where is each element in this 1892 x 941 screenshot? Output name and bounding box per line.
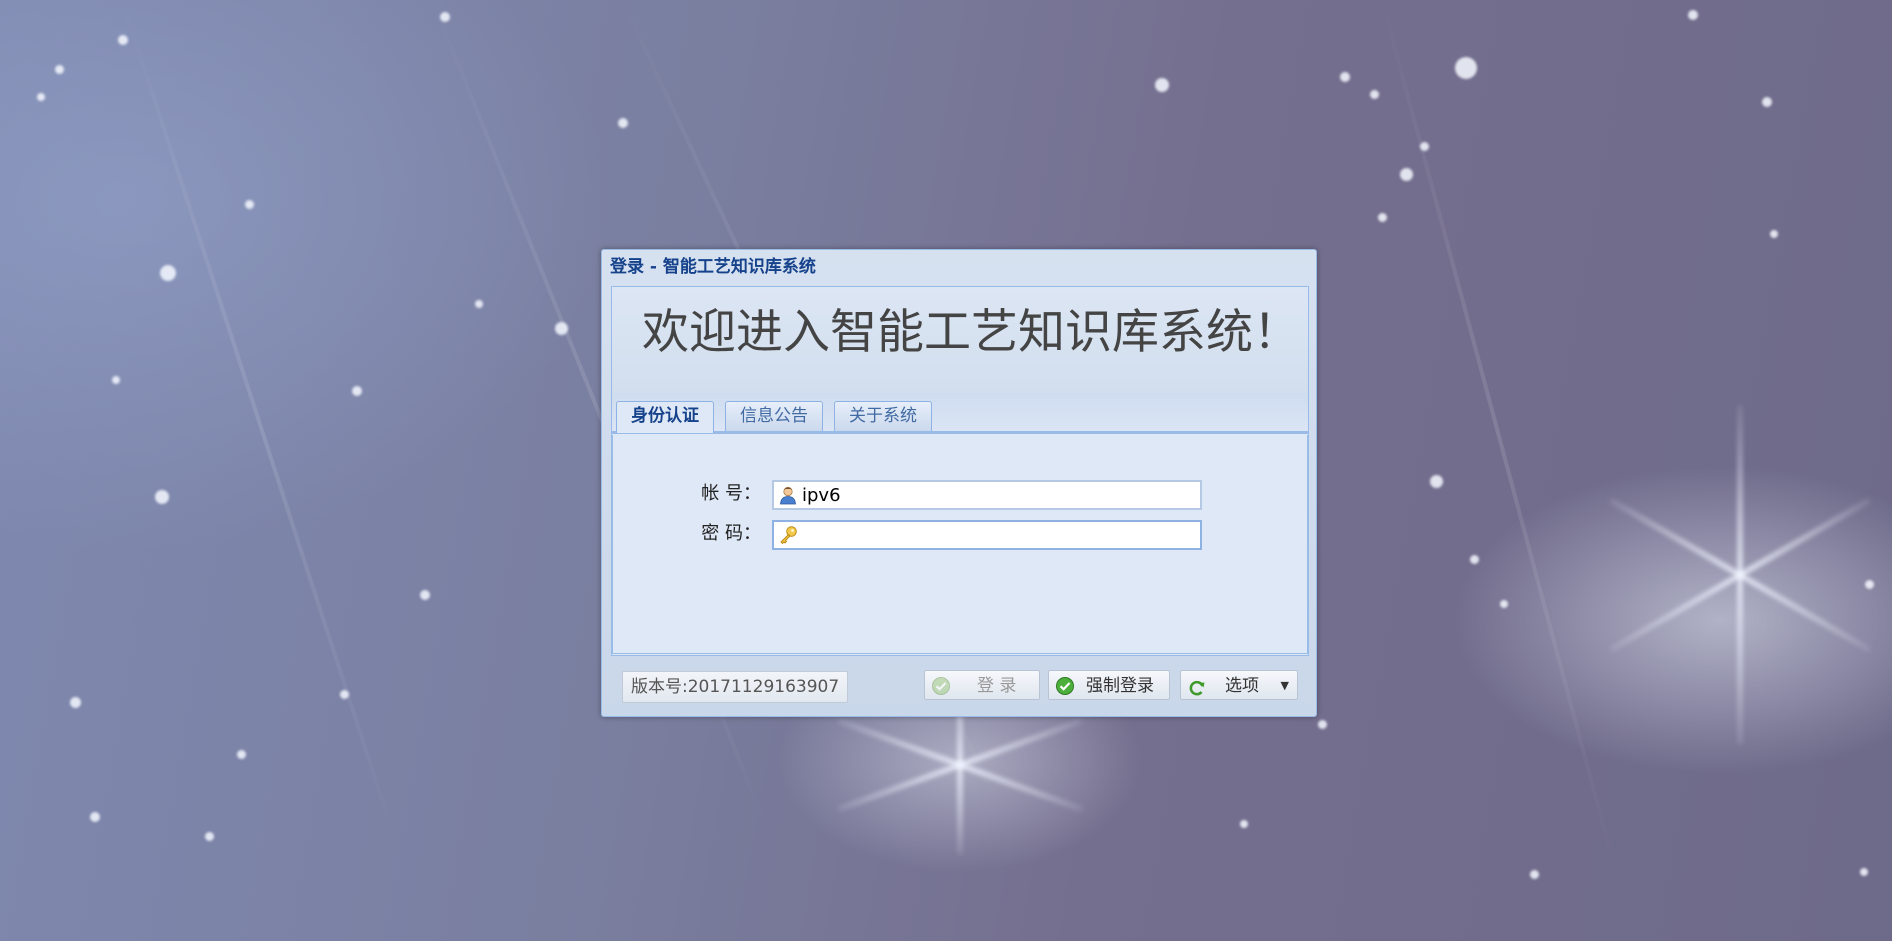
password-input[interactable] (802, 522, 1197, 548)
force-login-button[interactable]: 强制登录 (1048, 670, 1170, 700)
chevron-down-icon: ▼ (1280, 679, 1289, 692)
tab-authentication[interactable]: 身份认证 (616, 401, 714, 433)
tab-about-system[interactable]: 关于系统 (834, 401, 932, 431)
force-login-button-label: 强制登录 (1086, 676, 1154, 696)
key-icon (780, 526, 797, 545)
check-circle-icon (932, 677, 950, 695)
welcome-banner: 欢迎进入智能工艺知识库系统！ (612, 287, 1308, 393)
user-icon (780, 486, 796, 505)
options-button-label: 选项 (1225, 676, 1259, 696)
account-input[interactable] (802, 482, 1197, 508)
welcome-text: 欢迎进入智能工艺知识库系统！ (642, 305, 1300, 360)
login-button[interactable]: 登 录 (924, 670, 1040, 700)
options-dropdown-button[interactable]: 选项 ▼ (1180, 670, 1298, 700)
refresh-icon (1189, 680, 1205, 696)
account-label: 帐 号： (701, 483, 761, 504)
dialog-title: 登录 - 智能工艺知识库系统 (610, 257, 816, 277)
auth-panel: 帐 号： 密 码： (612, 435, 1308, 654)
tab-bar: 身份认证 信息公告 关于系统 (612, 393, 1308, 434)
login-button-label: 登 录 (977, 676, 1017, 696)
version-label: 版本号:20171129163907 (622, 671, 849, 703)
check-circle-icon (1056, 677, 1074, 695)
dialog-body: 欢迎进入智能工艺知识库系统！ 身份认证 信息公告 关于系统 帐 号： 密 码： (611, 286, 1309, 656)
login-dialog: 登录 - 智能工艺知识库系统 欢迎进入智能工艺知识库系统！ 身份认证 信息公告 … (601, 249, 1317, 717)
password-label: 密 码： (701, 523, 761, 544)
password-field[interactable] (772, 520, 1202, 550)
tab-announcements[interactable]: 信息公告 (725, 401, 823, 431)
account-field[interactable] (772, 480, 1202, 510)
